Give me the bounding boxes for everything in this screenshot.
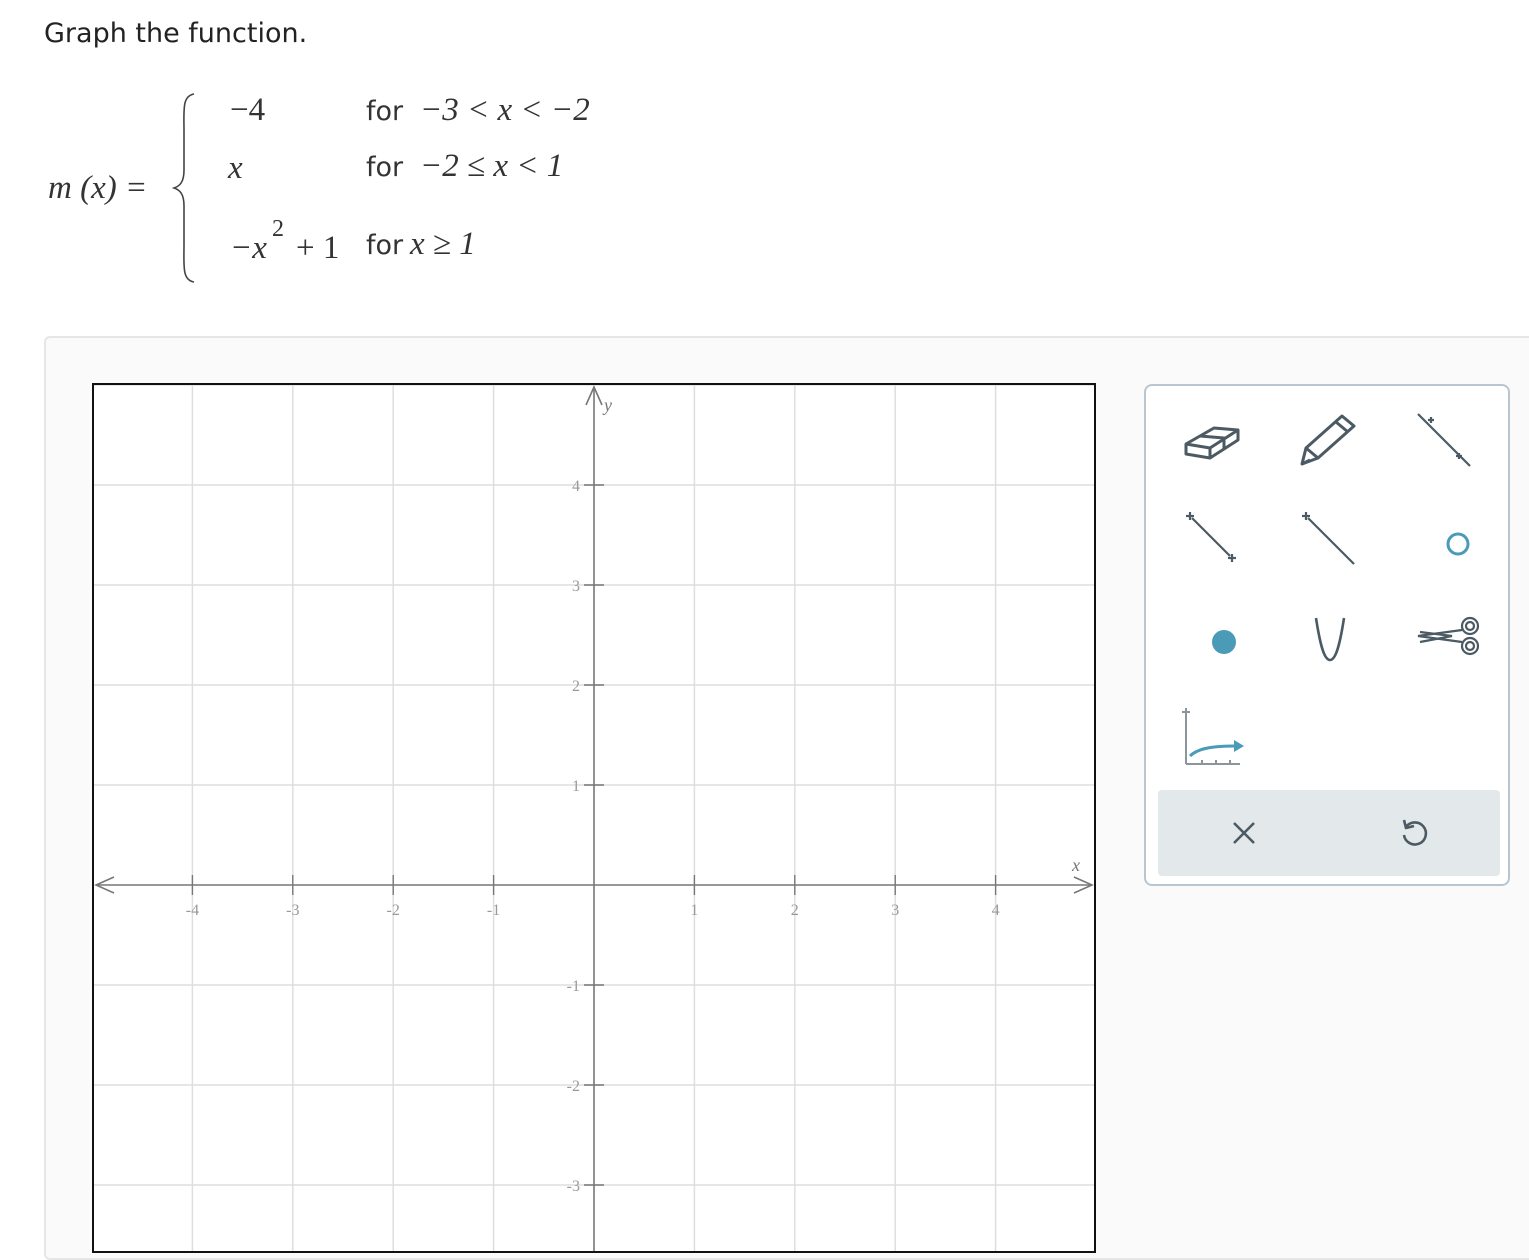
undo-button[interactable] <box>1384 808 1444 858</box>
clear-icon <box>1233 822 1255 844</box>
y-axis-label: y <box>602 395 612 415</box>
toolbox-action-bar <box>1158 790 1500 876</box>
ray-icon <box>1302 512 1355 565</box>
y-tick-label: 1 <box>572 778 580 795</box>
pencil-icon <box>1300 414 1356 466</box>
x-tick-label: 3 <box>891 902 899 919</box>
ray-tool[interactable] <box>1282 498 1374 578</box>
line-icon <box>1417 413 1471 467</box>
open-circle-icon <box>1446 532 1470 556</box>
graph-canvas[interactable]: x y -4 -3 -2 -1 1 2 3 4 4 3 2 1 -1 -2 -3 <box>91 383 1097 1253</box>
piecewise-brace-icon <box>172 93 195 283</box>
y-tick-label: 3 <box>572 578 580 595</box>
piece-1-for: for <box>366 96 404 127</box>
filled-point-icon <box>1212 630 1236 654</box>
x-tick-label: -4 <box>186 902 199 919</box>
x-tick-label: -1 <box>487 902 500 919</box>
prompt-text: Graph the function. <box>44 18 308 49</box>
function-curve-tool[interactable] <box>1166 696 1258 776</box>
coordinate-plane[interactable]: x y -4 -3 -2 -1 1 2 3 4 4 3 2 1 -1 -2 -3 <box>91 383 1097 1253</box>
piece-3-for: for <box>366 230 404 261</box>
piece-3-condition: x ≥ 1 <box>410 226 476 262</box>
x-tick-label: -2 <box>387 902 400 919</box>
eraser-tool[interactable] <box>1166 400 1258 480</box>
tick-labels: x y -4 -3 -2 -1 1 2 3 4 4 3 2 1 -1 -2 -3 <box>186 395 1080 1195</box>
parabola-icon <box>1314 617 1346 662</box>
y-tick-label: 4 <box>572 478 580 495</box>
scissors-icon <box>1417 616 1480 656</box>
piece-3-exponent: 2 <box>272 216 284 242</box>
piece-1-condition: −3 < x < −2 <box>420 92 590 128</box>
scissors-tool[interactable] <box>1398 596 1490 676</box>
axes <box>94 385 1094 1253</box>
clear-button[interactable] <box>1214 808 1274 858</box>
piece-3-expression-base: −x <box>230 230 267 266</box>
piece-2-condition: −2 ≤ x < 1 <box>420 148 564 184</box>
piece-1-expression: −4 <box>230 92 266 128</box>
y-tick-label: 2 <box>572 678 580 695</box>
segment-icon <box>1186 512 1236 562</box>
line-tool[interactable] <box>1398 400 1490 480</box>
undo-icon <box>1402 819 1428 846</box>
y-tick-label: -1 <box>567 978 580 995</box>
parabola-tool[interactable] <box>1282 596 1374 676</box>
x-tick-label: 2 <box>791 902 799 919</box>
function-lhs: m (x) = <box>48 170 148 206</box>
piece-2-for: for <box>366 152 404 183</box>
y-tick-label: -3 <box>567 1178 580 1195</box>
function-curve-icon <box>1182 708 1244 765</box>
piece-2-expression: x <box>228 150 243 186</box>
closed-point-tool[interactable] <box>1166 596 1258 676</box>
segment-tool[interactable] <box>1166 498 1258 578</box>
open-point-tool[interactable] <box>1398 498 1490 578</box>
x-axis-label: x <box>1071 855 1080 875</box>
eraser-icon <box>1184 426 1240 460</box>
x-tick-label: 1 <box>690 902 698 919</box>
graphing-toolbox <box>1144 384 1510 886</box>
piece-3-expression-tail: + 1 <box>296 230 340 266</box>
y-tick-label: -2 <box>567 1078 580 1095</box>
x-tick-label: 4 <box>992 902 1000 919</box>
x-tick-label: -3 <box>286 902 299 919</box>
pencil-tool[interactable] <box>1282 400 1374 480</box>
